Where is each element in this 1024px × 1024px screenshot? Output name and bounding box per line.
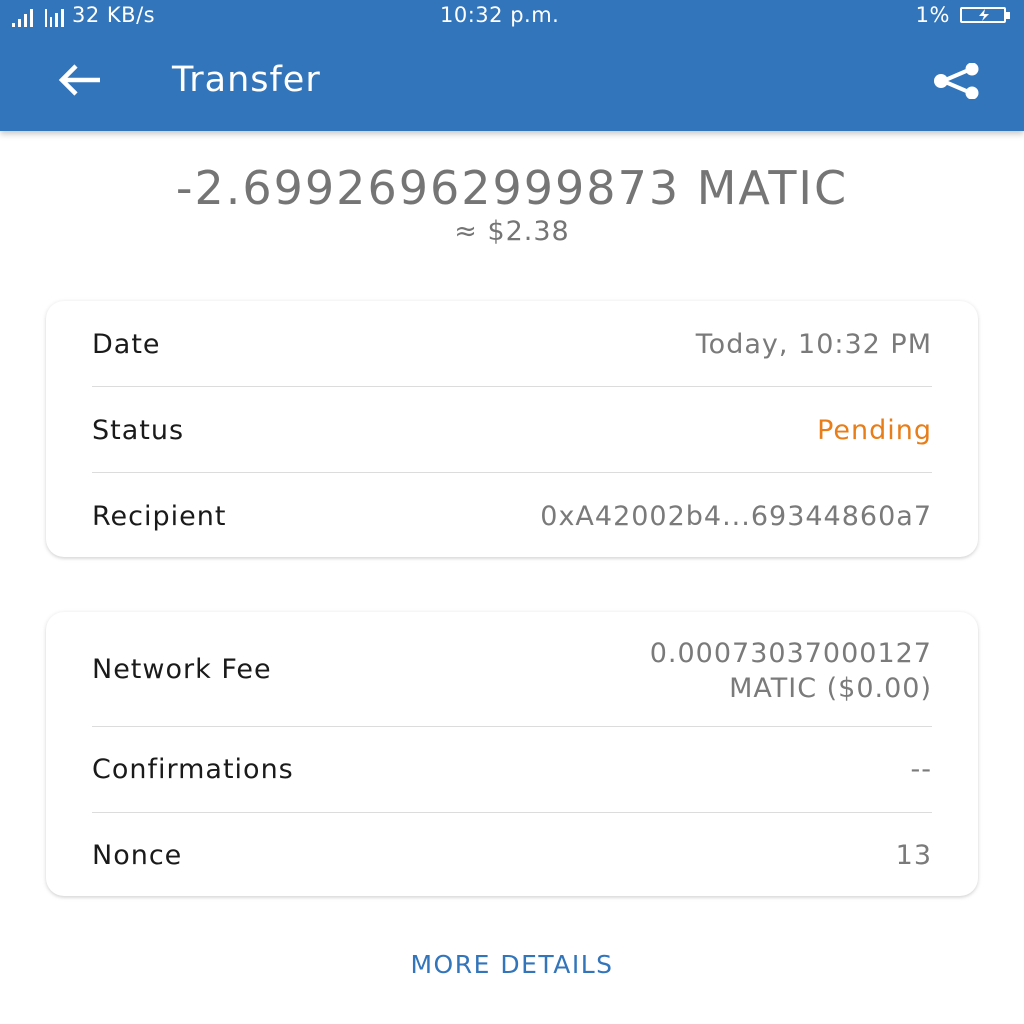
network-fee-currency: MATIC ($0.00)	[729, 673, 932, 704]
share-button[interactable]	[920, 56, 992, 106]
app-header: 32 KB/s 10:32 p.m. 1% Transfer	[0, 0, 1024, 131]
recipient-label: Recipient	[92, 501, 227, 532]
nonce-value: 13	[895, 840, 932, 871]
status-time: 10:32 p.m.	[440, 3, 560, 27]
confirmations-row: Confirmations --	[92, 754, 932, 788]
network-speed: 32 KB/s	[72, 3, 156, 27]
date-row: Date Today, 10:32 PM	[92, 329, 932, 363]
status-right: 1%	[915, 3, 1010, 27]
arrow-left-icon	[58, 64, 100, 96]
transfer-details-card: Date Today, 10:32 PM Status Pending Reci…	[46, 301, 978, 557]
status-row: Status Pending	[92, 415, 932, 449]
back-button[interactable]	[48, 56, 112, 104]
status-label: Status	[92, 415, 185, 446]
confirmations-value: --	[910, 754, 932, 785]
divider	[92, 726, 932, 727]
recipient-address[interactable]: 0xA42002b4...69344860a7	[540, 501, 932, 532]
network-fee-label: Network Fee	[92, 654, 272, 685]
confirmations-label: Confirmations	[92, 754, 294, 785]
date-label: Date	[92, 329, 161, 360]
divider	[92, 472, 932, 473]
more-details-button[interactable]: MORE DETAILS	[0, 948, 1024, 982]
transfer-screen: 32 KB/s 10:32 p.m. 1% Transfer -2.699269…	[0, 0, 1024, 1024]
nonce-row: Nonce 13	[92, 840, 932, 874]
network-fee-row: Network Fee 0.00073037000127 MATIC ($0.0…	[92, 636, 932, 706]
nonce-label: Nonce	[92, 840, 183, 871]
divider	[92, 812, 932, 813]
date-value: Today, 10:32 PM	[695, 329, 932, 360]
share-icon	[934, 63, 979, 99]
toolbar: Transfer	[0, 36, 1024, 126]
status-bar: 32 KB/s 10:32 p.m. 1%	[0, 0, 1024, 30]
battery-percent: 1%	[915, 3, 950, 27]
status-left: 32 KB/s	[12, 3, 155, 27]
signal-icon-sim2	[45, 7, 64, 27]
status-value: Pending	[817, 415, 932, 446]
divider	[92, 386, 932, 387]
signal-icon	[12, 7, 33, 27]
page-title: Transfer	[172, 60, 321, 100]
network-details-card: Network Fee 0.00073037000127 MATIC ($0.0…	[46, 612, 978, 896]
fiat-amount: ≈ $2.38	[454, 216, 570, 247]
network-fee-amount: 0.00073037000127	[649, 638, 932, 669]
battery-icon	[960, 7, 1010, 23]
recipient-row[interactable]: Recipient 0xA42002b4...69344860a7	[92, 501, 932, 535]
network-fee-value: 0.00073037000127 MATIC ($0.00)	[650, 636, 932, 706]
transfer-amount: -2.69926962999873 MATIC	[175, 161, 849, 215]
